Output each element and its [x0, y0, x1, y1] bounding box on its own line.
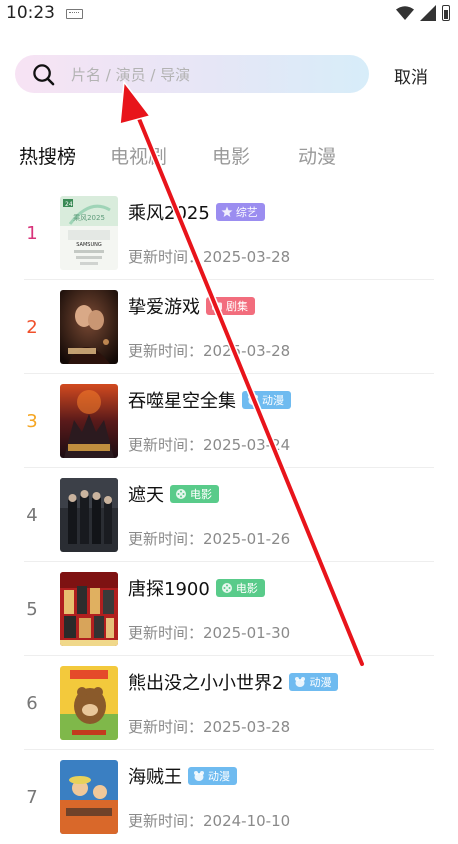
- battery-icon: [442, 5, 450, 21]
- badge-label: 动漫: [262, 394, 284, 407]
- title-line: 唐探1900 电影: [128, 575, 265, 601]
- update-time: 更新时间：2024-10-10: [128, 812, 291, 830]
- category-badge: 动漫: [242, 391, 291, 409]
- item-title: 唐探1900: [128, 579, 210, 600]
- poster-image: 24 乘风2025 SAMSUNG: [60, 196, 118, 270]
- rank-number: 4: [26, 505, 38, 526]
- category-tabs: 热搜榜 电视剧 电影 动漫: [0, 142, 458, 174]
- film-reel-icon: [221, 583, 232, 593]
- item-title: 挚爱游戏: [128, 297, 200, 318]
- category-badge: 电影: [170, 485, 219, 503]
- poster-image: [60, 290, 118, 364]
- badge-label: 电影: [190, 488, 212, 501]
- badge-label: 电影: [235, 582, 258, 595]
- badge-label: 综艺: [235, 206, 258, 219]
- poster-image: [60, 384, 118, 458]
- rank-number: 7: [26, 787, 38, 808]
- tab-hot-search[interactable]: 热搜榜: [19, 142, 76, 169]
- list-item[interactable]: 6 熊出没之小小世界2 动漫 更新时间：2025-03-28: [0, 656, 458, 750]
- title-line: 海贼王 动漫: [128, 763, 237, 789]
- bear-icon: [194, 771, 204, 781]
- poster-image: [60, 760, 118, 834]
- rank-number: 2: [26, 317, 38, 338]
- status-time: 10:23: [6, 3, 55, 23]
- item-title: 乘风2025: [128, 203, 210, 224]
- rank-number: 6: [26, 693, 38, 714]
- list-item[interactable]: 1 24 乘风2025 SAMSUNG 乘风2025 综艺 更新时间：2025-…: [0, 186, 458, 280]
- list-item[interactable]: 4 遮天 电影 更新时间：2025-01-26: [0, 468, 458, 562]
- tab-movies[interactable]: 电影: [212, 142, 250, 169]
- tab-anime[interactable]: 动漫: [298, 142, 336, 169]
- search-bar[interactable]: [15, 55, 369, 93]
- category-badge: 动漫: [188, 767, 237, 785]
- cancel-button[interactable]: 取消: [394, 63, 428, 88]
- list-item[interactable]: 3 吞噬星空全集 动漫 更新时间：2025-03-24: [0, 374, 458, 468]
- badge-label: 动漫: [309, 676, 332, 689]
- bear-icon: [248, 395, 258, 405]
- item-title: 熊出没之小小世界2: [128, 673, 284, 694]
- title-line: 遮天 电影: [128, 481, 219, 507]
- title-line: 挚爱游戏 剧集: [128, 293, 255, 319]
- update-time: 更新时间：2025-03-28: [128, 248, 291, 266]
- search-input[interactable]: [69, 64, 353, 86]
- star-icon: [221, 206, 233, 217]
- update-time: 更新时间：2025-03-24: [128, 436, 291, 454]
- poster-image: [60, 478, 118, 552]
- list-item[interactable]: 5 唐探1900 电影 更新时间：2025-01-30: [0, 562, 458, 656]
- list-item[interactable]: 7 海贼王 动漫 更新时间：2024-10-10: [0, 750, 458, 844]
- poster-image: [60, 666, 118, 740]
- update-time: 更新时间：2025-03-28: [128, 342, 291, 360]
- wifi-icon: [396, 6, 414, 20]
- title-line: 吞噬星空全集 动漫: [128, 387, 291, 413]
- update-time: 更新时间：2025-01-26: [128, 530, 291, 548]
- status-bar: 10:23: [0, 0, 458, 26]
- category-badge: 动漫: [289, 673, 339, 691]
- rank-number: 1: [26, 223, 38, 244]
- rank-number: 3: [26, 411, 38, 432]
- list-item[interactable]: 2 挚爱游戏 剧集 更新时间：2025-03-28: [0, 280, 458, 374]
- category-badge: 综艺: [215, 203, 265, 221]
- title-line: 乘风2025 综艺: [128, 199, 265, 225]
- film-reel-icon: [176, 489, 186, 499]
- tv-icon: [212, 302, 222, 310]
- update-time: 更新时间：2025-03-28: [128, 718, 291, 736]
- poster-label: 24: [65, 201, 73, 208]
- signal-icon: [420, 5, 436, 21]
- poster-image: [60, 572, 118, 646]
- category-badge: 电影: [215, 579, 265, 597]
- category-badge: 剧集: [206, 297, 255, 315]
- item-title: 海贼王: [128, 767, 182, 788]
- search-icon: [33, 64, 55, 86]
- item-title: 遮天: [128, 485, 164, 506]
- rank-number: 5: [26, 599, 38, 620]
- badge-label: 剧集: [226, 300, 248, 313]
- poster-label: SAMSUNG: [76, 242, 102, 248]
- bear-icon: [295, 677, 306, 687]
- keyboard-icon: [66, 9, 83, 19]
- tab-tv-series[interactable]: 电视剧: [110, 142, 167, 169]
- badge-label: 动漫: [208, 770, 230, 783]
- poster-label: 乘风2025: [73, 213, 105, 222]
- title-line: 熊出没之小小世界2 动漫: [128, 669, 339, 695]
- item-title: 吞噬星空全集: [128, 391, 236, 412]
- update-time: 更新时间：2025-01-30: [128, 624, 291, 642]
- status-icons: [396, 4, 450, 22]
